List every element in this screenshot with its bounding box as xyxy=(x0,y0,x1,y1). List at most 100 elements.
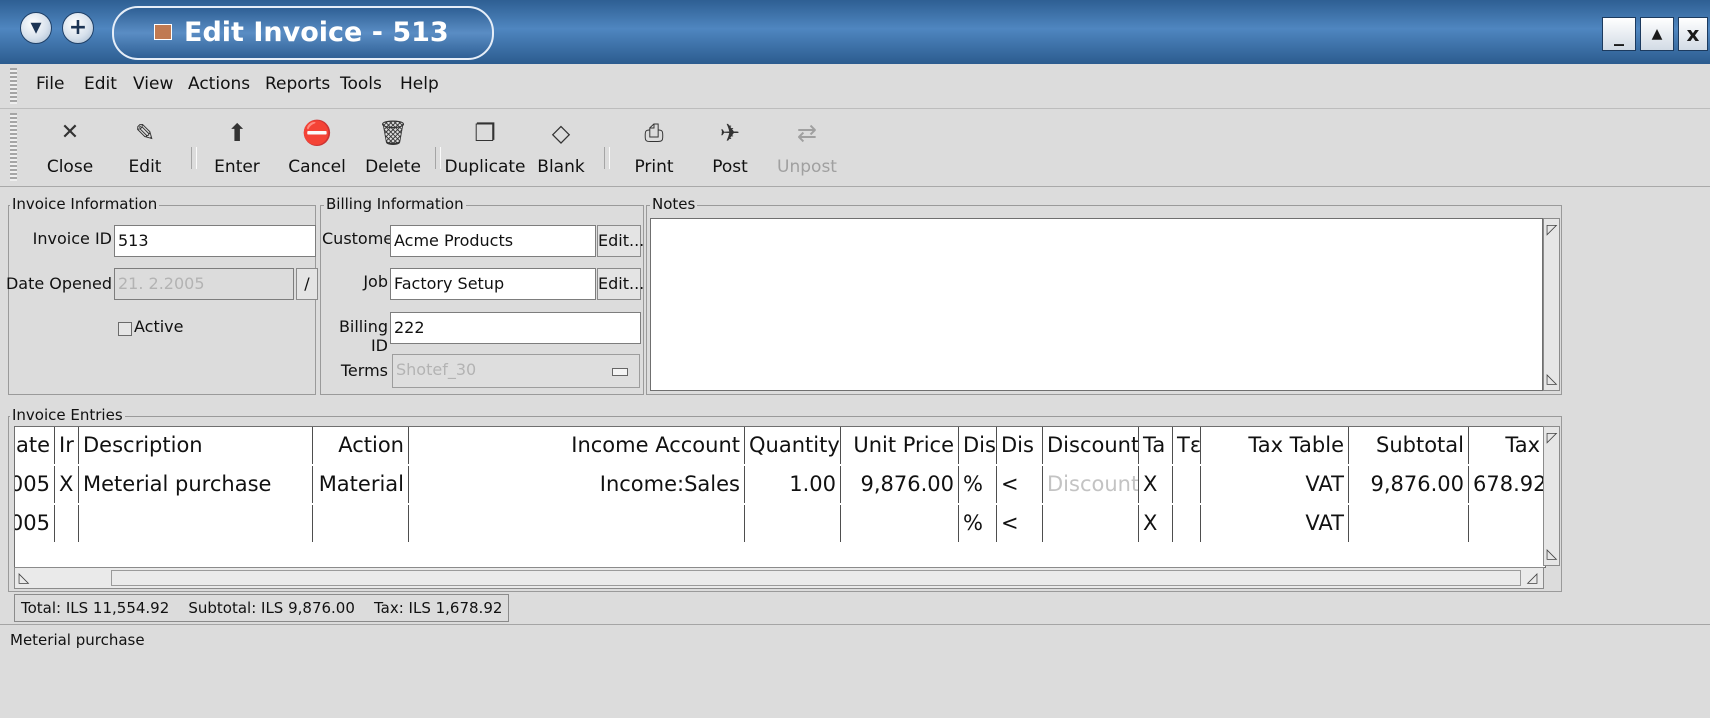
cell-discount[interactable]: Discount xyxy=(1043,466,1139,503)
terms-select[interactable]: Shotef_30 xyxy=(392,354,640,388)
menu-help[interactable]: Help xyxy=(400,74,439,94)
cell-discount-type[interactable]: % xyxy=(959,466,997,503)
cell-action[interactable] xyxy=(313,505,409,542)
cell-tax-table[interactable]: VAT xyxy=(1201,466,1349,503)
col-tax-included[interactable]: Tɛ xyxy=(1173,427,1201,464)
customer-edit-button[interactable]: Edit... xyxy=(597,225,644,257)
customer-field[interactable]: Acme Products xyxy=(390,225,596,257)
cell-subtotal[interactable]: 9,876.00 xyxy=(1349,466,1469,503)
toolbar-grip[interactable] xyxy=(10,113,17,181)
invoice-id-field[interactable]: 513 xyxy=(114,225,316,257)
cell-tax[interactable]: 678.92 xyxy=(1469,466,1545,503)
entries-table[interactable]: ate Ir Description Action Income Account… xyxy=(14,426,1546,568)
minimize-icon[interactable]: _ xyxy=(1602,17,1636,51)
date-opened-field[interactable]: 21. 2.2005 xyxy=(114,268,294,300)
cell-date[interactable]: 005 xyxy=(15,466,55,503)
title-bar[interactable]: ▾ + Edit Invoice - 513 _ ▲ x xyxy=(0,0,1710,64)
cell-taxable[interactable]: X xyxy=(1139,505,1173,542)
cell-quantity[interactable] xyxy=(745,505,841,542)
close-button[interactable]: ✕ Close xyxy=(38,109,102,186)
col-discount-how[interactable]: Dis xyxy=(997,427,1043,464)
scroll-down-icon[interactable]: ◺ xyxy=(1545,544,1559,564)
col-taxable[interactable]: Ta xyxy=(1139,427,1173,464)
col-action[interactable]: Action xyxy=(313,427,409,464)
cell-action[interactable]: Material xyxy=(313,466,409,503)
cell-quantity[interactable]: 1.00 xyxy=(745,466,841,503)
menu-tools[interactable]: Tools xyxy=(340,74,382,94)
scroll-up-icon[interactable]: ◸ xyxy=(1545,220,1559,240)
col-subtotal[interactable]: Subtotal xyxy=(1349,427,1469,464)
add-icon[interactable]: + xyxy=(62,12,94,44)
scroll-right-icon[interactable]: ◿ xyxy=(1525,568,1539,588)
close-window-icon[interactable]: x xyxy=(1678,17,1708,51)
cancel-button[interactable]: ⛔ Cancel xyxy=(282,109,352,186)
duplicate-button[interactable]: ❐ Duplicate xyxy=(442,109,528,186)
cell-tax[interactable] xyxy=(1469,505,1545,542)
close-icon: ✕ xyxy=(60,120,80,145)
cell-tax-included[interactable] xyxy=(1173,505,1201,542)
col-quantity[interactable]: Quantity xyxy=(745,427,841,464)
billing-id-field[interactable]: 222 xyxy=(390,312,641,344)
scroll-up-icon[interactable]: ◸ xyxy=(1545,428,1559,448)
cell-unit-price[interactable] xyxy=(841,505,959,542)
menubar-grip[interactable] xyxy=(10,68,17,104)
cell-subtotal[interactable] xyxy=(1349,505,1469,542)
calendar-button[interactable]: / xyxy=(296,268,318,300)
cell-tax-included[interactable] xyxy=(1173,466,1201,503)
cell-discount-type[interactable]: % xyxy=(959,505,997,542)
entries-hscrollbar[interactable]: ◺ ◿ xyxy=(14,567,1544,589)
col-invoiced[interactable]: Ir xyxy=(55,427,79,464)
dropdown-icon xyxy=(612,368,628,376)
menu-reports[interactable]: Reports xyxy=(265,74,330,94)
cell-tax-table[interactable]: VAT xyxy=(1201,505,1349,542)
hscroll-thumb[interactable] xyxy=(111,570,1521,586)
active-label: Active xyxy=(134,317,184,336)
totals-bar: Total: ILS 11,554.92 Subtotal: ILS 9,876… xyxy=(14,594,510,622)
cell-invoiced[interactable]: X xyxy=(55,466,79,503)
job-field[interactable]: Factory Setup xyxy=(390,268,596,300)
menu-file[interactable]: File xyxy=(36,74,64,94)
cell-taxable[interactable]: X xyxy=(1139,466,1173,503)
scroll-down-icon[interactable]: ◺ xyxy=(1545,369,1559,389)
col-discount-type[interactable]: Dis xyxy=(959,427,997,464)
menu-down-icon[interactable]: ▾ xyxy=(20,12,52,44)
notes-scrollbar[interactable]: ◸ ◺ xyxy=(1543,218,1560,391)
title-pill: Edit Invoice - 513 xyxy=(112,6,494,60)
blank-button[interactable]: ◇ Blank xyxy=(532,109,590,186)
maximize-icon[interactable]: ▲ xyxy=(1640,17,1674,51)
job-label: Job xyxy=(363,272,388,291)
col-description[interactable]: Description xyxy=(79,427,313,464)
entries-vscrollbar[interactable]: ◸ ◺ xyxy=(1543,426,1560,566)
menu-view[interactable]: View xyxy=(133,74,173,94)
col-tax[interactable]: Tax xyxy=(1469,427,1545,464)
col-tax-table[interactable]: Tax Table xyxy=(1201,427,1349,464)
cell-income-account[interactable]: Income:Sales xyxy=(409,466,745,503)
cell-unit-price[interactable]: 9,876.00 xyxy=(841,466,959,503)
col-income-account[interactable]: Income Account xyxy=(409,427,745,464)
invoice-id-label: Invoice ID xyxy=(32,229,112,248)
print-button[interactable]: ⎙ Print xyxy=(628,109,680,186)
entries-legend: Invoice Entries xyxy=(10,406,125,424)
cell-date[interactable]: 005 xyxy=(15,505,55,542)
cell-discount-how[interactable]: < xyxy=(997,505,1043,542)
delete-button[interactable]: 🗑 Delete xyxy=(358,109,428,186)
menu-edit[interactable]: Edit xyxy=(84,74,117,94)
cell-invoiced[interactable] xyxy=(55,505,79,542)
col-discount[interactable]: Discount xyxy=(1043,427,1139,464)
scroll-left-icon[interactable]: ◺ xyxy=(17,568,31,588)
col-date[interactable]: ate xyxy=(15,427,55,464)
unpost-button[interactable]: ⇄ Unpost xyxy=(774,109,840,186)
edit-button[interactable]: ✎ Edit xyxy=(116,109,174,186)
cell-discount-how[interactable]: < xyxy=(997,466,1043,503)
col-unit-price[interactable]: Unit Price xyxy=(841,427,959,464)
job-edit-button[interactable]: Edit... xyxy=(597,268,644,300)
notes-textarea[interactable] xyxy=(650,218,1543,391)
post-button[interactable]: ✈ Post xyxy=(704,109,756,186)
cell-income-account[interactable] xyxy=(409,505,745,542)
cell-discount[interactable] xyxy=(1043,505,1139,542)
cell-description[interactable] xyxy=(79,505,313,542)
enter-button[interactable]: ⬆ Enter xyxy=(206,109,268,186)
cell-description[interactable]: Meterial purchase xyxy=(79,466,313,503)
menu-actions[interactable]: Actions xyxy=(188,74,250,94)
active-checkbox[interactable] xyxy=(118,322,132,336)
